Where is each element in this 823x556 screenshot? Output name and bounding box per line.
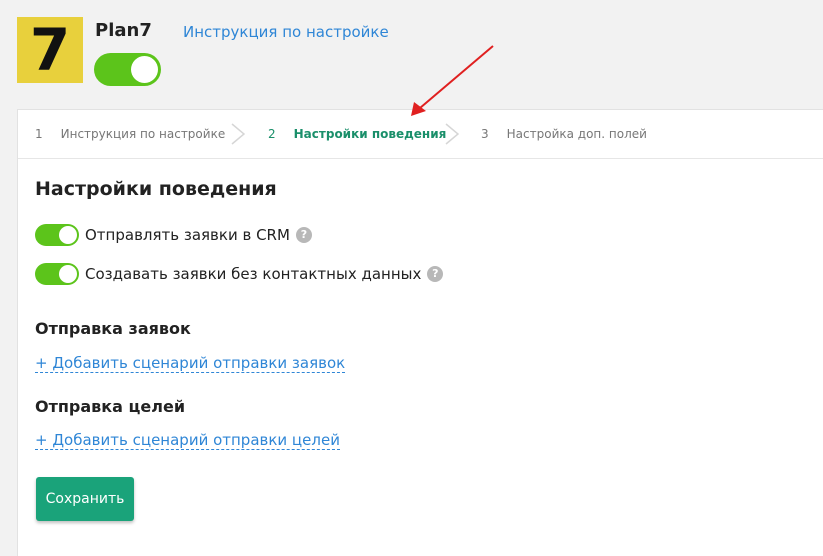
goals-section-title: Отправка целей xyxy=(35,397,186,416)
step-extra-fields[interactable]: 3 Настройка доп. полей xyxy=(481,127,647,141)
option-label: Отправлять заявки в CRM xyxy=(85,226,290,244)
help-icon[interactable]: ? xyxy=(427,266,444,282)
step-setup-instructions[interactable]: 1 Инструкция по настройке xyxy=(35,127,225,141)
app-logo: 7 xyxy=(17,17,83,83)
wizard-steps: 1 Инструкция по настройке 2 Настройки пове… xyxy=(18,110,823,159)
add-goal-scenario-link[interactable]: + Добавить сценарий отправки целей xyxy=(35,431,340,450)
step-label: Настройка доп. полей xyxy=(506,127,647,141)
setup-instructions-link[interactable]: Инструкция по настройке xyxy=(183,23,389,41)
step-number: 1 xyxy=(35,127,43,141)
step-label: Настройки поведения xyxy=(293,127,447,141)
help-icon[interactable]: ? xyxy=(295,227,312,243)
chevron-right-icon xyxy=(445,123,459,145)
header: 7 Plan7 Инструкция по настройке xyxy=(0,0,823,108)
toggle-knob xyxy=(131,56,158,83)
option-send-to-crm: Отправлять заявки в CRM ? xyxy=(35,224,312,246)
send-to-crm-toggle[interactable] xyxy=(35,224,79,246)
step-label: Инструкция по настройке xyxy=(60,127,226,141)
option-label: Создавать заявки без контактных данных xyxy=(85,265,422,283)
option-create-without-contacts: Создавать заявки без контактных данных ? xyxy=(35,263,444,285)
create-without-contacts-toggle[interactable] xyxy=(35,263,79,285)
chevron-right-icon xyxy=(231,123,245,145)
step-number: 2 xyxy=(268,127,276,141)
step-behavior-settings[interactable]: 2 Настройки поведения xyxy=(268,127,446,141)
app-name: Plan7 xyxy=(95,20,152,41)
page-title: Настройки поведения xyxy=(35,178,277,200)
toggle-knob xyxy=(59,265,77,283)
settings-panel: 1 Инструкция по настройке 2 Настройки пове… xyxy=(17,109,823,556)
toggle-knob xyxy=(59,226,77,244)
save-button[interactable]: Сохранить xyxy=(36,477,134,521)
add-lead-scenario-link[interactable]: + Добавить сценарий отправки заявок xyxy=(35,354,346,373)
logo-glyph: 7 xyxy=(29,16,71,84)
step-number: 3 xyxy=(481,127,489,141)
app-enabled-toggle[interactable] xyxy=(94,53,161,86)
leads-section-title: Отправка заявок xyxy=(35,319,191,338)
